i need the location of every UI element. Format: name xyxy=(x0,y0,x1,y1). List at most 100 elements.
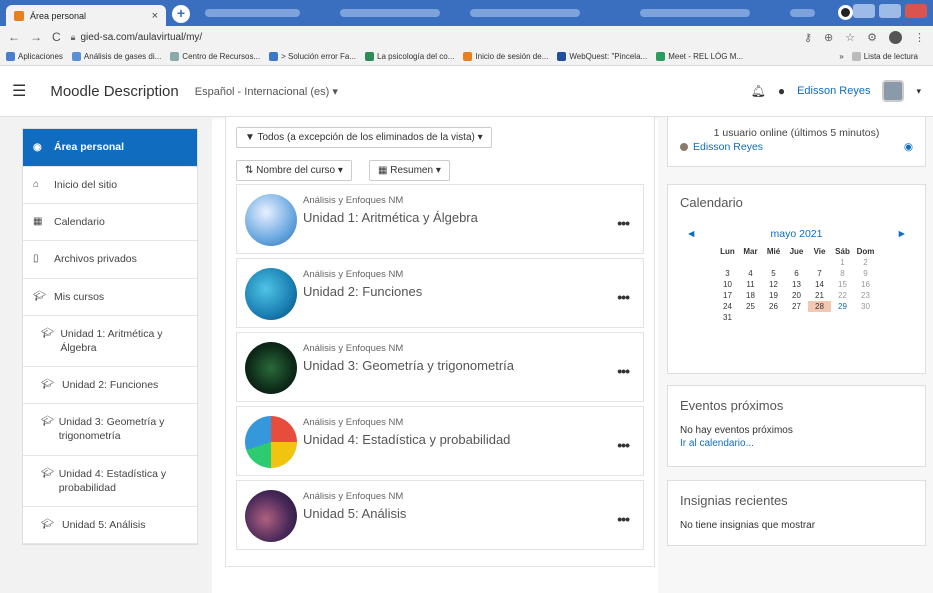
key-icon[interactable]: ⚷ xyxy=(804,31,812,44)
site-name[interactable]: Moodle Description xyxy=(50,83,178,100)
menu-dots-icon[interactable]: ⋮ xyxy=(914,31,925,44)
calendar-day[interactable]: 20 xyxy=(785,290,808,301)
user-menu-chevron-icon[interactable]: ▾ xyxy=(916,86,921,97)
drawer-item-unidad-3[interactable]: 🎓︎ Unidad 3: Geometría y trigonometría xyxy=(23,404,197,456)
extension-icon[interactable]: ⚙ xyxy=(867,31,877,44)
calendar-day[interactable]: 5 xyxy=(762,268,785,279)
new-tab-button[interactable]: + xyxy=(172,5,190,23)
calendar-day[interactable]: 13 xyxy=(785,279,808,290)
course-menu-icon[interactable]: ••• xyxy=(617,437,630,453)
forward-icon[interactable]: → xyxy=(30,30,42,44)
calendar-day[interactable]: 24 xyxy=(716,301,739,312)
calendar-day[interactable]: 16 xyxy=(854,279,877,290)
calendar-day[interactable]: 1 xyxy=(831,257,854,268)
record-icon[interactable] xyxy=(838,5,853,20)
reload-icon[interactable]: C xyxy=(52,30,61,44)
drawer-item-mis-cursos[interactable]: 🎓︎ Mis cursos xyxy=(23,279,197,316)
calendar-day[interactable]: 9 xyxy=(854,268,877,279)
calendar-day[interactable]: 21 xyxy=(808,290,831,301)
drawer-item-unidad-2[interactable]: 🎓︎ Unidad 2: Funciones xyxy=(23,367,197,405)
calendar-day[interactable]: 12 xyxy=(762,279,785,290)
hamburger-menu-icon[interactable]: ☰ xyxy=(12,81,26,101)
eye-icon[interactable]: ◉ xyxy=(904,141,913,153)
bookmark-item[interactable]: Inicio de sesión de... xyxy=(463,52,548,61)
avatar[interactable] xyxy=(882,80,905,102)
calendar-day[interactable]: 19 xyxy=(762,290,785,301)
bookmark-item[interactable]: Centro de Recursos... xyxy=(170,52,260,61)
minimize-button[interactable] xyxy=(853,4,875,18)
course-image-estadistica[interactable] xyxy=(245,416,297,468)
calendar-day[interactable]: 27 xyxy=(785,301,808,312)
close-window-button[interactable] xyxy=(905,4,927,18)
notification-bell-icon[interactable]: 🔔︎ xyxy=(751,84,766,98)
blurred-tab[interactable] xyxy=(470,9,580,17)
course-name[interactable]: Unidad 5: Análisis xyxy=(303,506,406,521)
calendar-day[interactable]: 3 xyxy=(716,268,739,279)
next-month-icon[interactable]: ► xyxy=(897,228,907,240)
lock-icon[interactable]: 🔒︎ xyxy=(71,32,76,43)
calendar-day[interactable]: 2 xyxy=(854,257,877,268)
blurred-tab[interactable] xyxy=(640,9,750,17)
course-menu-icon[interactable]: ••• xyxy=(617,289,630,305)
calendar-day[interactable]: 7 xyxy=(808,268,831,279)
url-field[interactable]: gied-sa.com/aulavirtual/my/ xyxy=(80,32,202,43)
blurred-tab[interactable] xyxy=(205,9,300,17)
bookmark-apps[interactable]: Aplicaciones xyxy=(6,52,63,61)
drawer-item-unidad-4[interactable]: 🎓︎ Unidad 4: Estadística y probabilidad xyxy=(23,456,197,507)
course-name[interactable]: Unidad 1: Aritmética y Álgebra xyxy=(303,210,478,225)
maximize-button[interactable] xyxy=(879,4,901,18)
back-icon[interactable]: ← xyxy=(8,30,20,44)
course-image-geometria[interactable] xyxy=(245,342,297,394)
course-menu-icon[interactable]: ••• xyxy=(617,511,630,527)
course-card[interactable]: Análisis y Enfoques NM Unidad 1: Aritmét… xyxy=(236,184,644,254)
calendar-day[interactable]: 23 xyxy=(854,290,877,301)
calendar-day[interactable]: 31 xyxy=(716,312,739,323)
calendar-month[interactable]: mayo 2021 xyxy=(771,228,823,240)
drawer-item-archivos[interactable]: ▯ Archivos privados xyxy=(23,241,197,279)
calendar-day[interactable]: 10 xyxy=(716,279,739,290)
course-image-algebra[interactable] xyxy=(245,194,297,246)
course-name[interactable]: Unidad 3: Geometría y trigonometría xyxy=(303,358,514,373)
calendar-day[interactable]: 25 xyxy=(739,301,762,312)
zoom-icon[interactable]: ⊕ xyxy=(824,31,833,44)
calendar-day[interactable]: 15 xyxy=(831,279,854,290)
course-card[interactable]: Análisis y Enfoques NM Unidad 3: Geometr… xyxy=(236,332,644,402)
user-name[interactable]: Edisson Reyes xyxy=(797,85,870,97)
bookmark-item[interactable]: Meet - REL LÓG M... xyxy=(656,52,743,61)
calendar-day[interactable]: 18 xyxy=(739,290,762,301)
drawer-item-area-personal[interactable]: ◉ Área personal xyxy=(23,129,197,167)
star-icon[interactable]: ☆ xyxy=(845,31,855,44)
filter-dropdown[interactable]: ▼ Todos (a excepción de los eliminados d… xyxy=(236,127,492,148)
reading-list-button[interactable]: Lista de lectura xyxy=(851,52,918,61)
calendar-day[interactable]: 4 xyxy=(739,268,762,279)
course-menu-icon[interactable]: ••• xyxy=(617,215,630,231)
bookmarks-more-button[interactable]: » xyxy=(839,52,843,61)
go-to-calendar-link[interactable]: Ir al calendario... xyxy=(680,438,913,449)
drawer-item-calendario[interactable]: ▦ Calendario xyxy=(23,204,197,242)
prev-month-icon[interactable]: ◄ xyxy=(686,228,696,240)
profile-icon[interactable] xyxy=(889,30,902,44)
browser-tab[interactable]: Área personal × xyxy=(6,5,166,26)
calendar-day[interactable]: 6 xyxy=(785,268,808,279)
calendar-day[interactable]: 26 xyxy=(762,301,785,312)
sort-dropdown[interactable]: ⇅ Nombre del curso ▾ xyxy=(236,160,352,181)
course-name[interactable]: Unidad 2: Funciones xyxy=(303,284,422,299)
course-image-funciones[interactable] xyxy=(245,268,297,320)
calendar-day[interactable]: 22 xyxy=(831,290,854,301)
course-card[interactable]: Análisis y Enfoques NM Unidad 5: Análisi… xyxy=(236,480,644,550)
drawer-item-unidad-1[interactable]: 🎓︎ Unidad 1: Aritmética y Álgebra xyxy=(23,316,197,368)
calendar-day-today[interactable]: 28 xyxy=(808,301,831,312)
calendar-day[interactable]: 14 xyxy=(808,279,831,290)
bookmark-item[interactable]: La psicología del co... xyxy=(365,52,454,61)
bookmark-item[interactable]: Análisis de gases di... xyxy=(71,52,161,61)
blurred-tab[interactable] xyxy=(790,9,815,17)
calendar-day[interactable]: 11 xyxy=(739,279,762,290)
drawer-item-inicio[interactable]: ⌂ Inicio del sitio xyxy=(23,167,197,205)
close-tab-icon[interactable]: × xyxy=(152,10,158,22)
bookmark-item[interactable]: WebQuest: "Pincela... xyxy=(557,52,647,61)
calendar-day[interactable]: 29 xyxy=(831,301,854,312)
course-image-analisis[interactable] xyxy=(245,490,297,542)
language-menu[interactable]: Español - Internacional (es) ▾ xyxy=(195,85,338,98)
drawer-item-unidad-5[interactable]: 🎓︎ Unidad 5: Análisis xyxy=(23,507,197,545)
view-dropdown[interactable]: ▦ Resumen ▾ xyxy=(369,160,450,181)
